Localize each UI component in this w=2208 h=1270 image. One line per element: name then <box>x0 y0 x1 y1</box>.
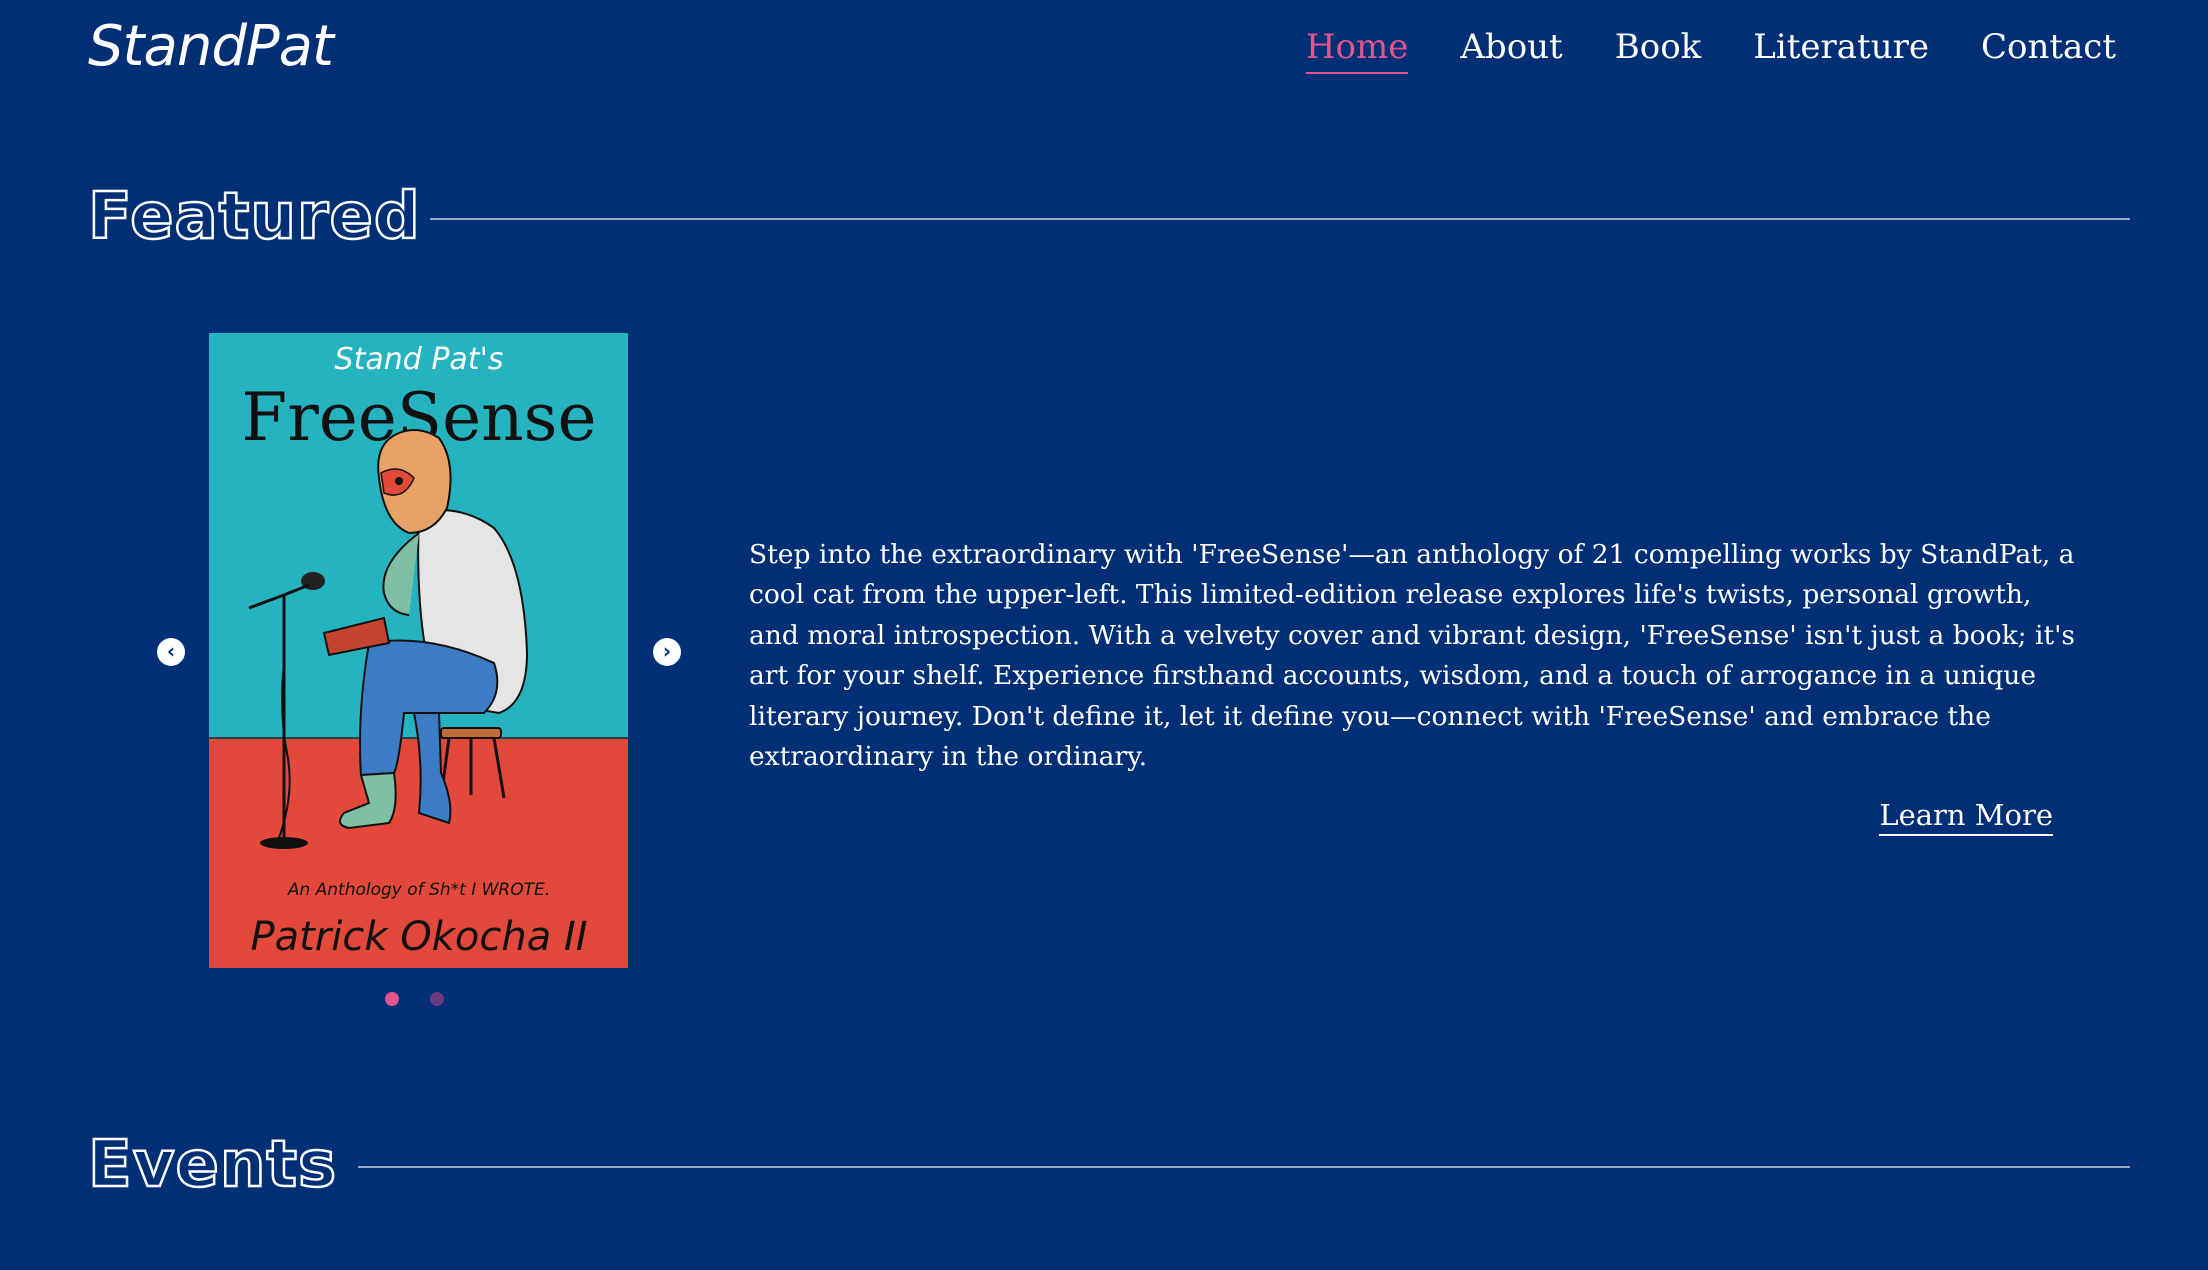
nav-home[interactable]: Home <box>1305 24 1409 74</box>
chevron-left-icon: ‹ <box>166 639 176 663</box>
featured-divider <box>430 218 2130 220</box>
book-description: Step into the extraordinary with 'FreeSe… <box>749 538 2076 773</box>
nav-literature[interactable]: Literature <box>1753 24 1929 74</box>
main-nav: Home About Book Literature Contact <box>1254 24 2116 74</box>
nav-book[interactable]: Book <box>1615 24 1702 74</box>
events-divider <box>358 1166 2130 1168</box>
nav-about[interactable]: About <box>1460 24 1562 74</box>
site-logo[interactable]: StandPat <box>88 14 334 79</box>
events-heading: Events <box>87 1127 338 1204</box>
book-cover-image[interactable]: Stand Pat's FreeSense An Anthology of Sh… <box>209 333 628 968</box>
carousel-prev-button[interactable]: ‹ <box>157 638 185 666</box>
carousel-next-button[interactable]: › <box>653 638 681 666</box>
events-title: Events <box>87 1127 338 1204</box>
page: StandPat Home About Book Literature Cont… <box>0 0 2208 1270</box>
carousel-dot-2[interactable] <box>430 992 444 1006</box>
featured-heading: Featured <box>87 179 421 256</box>
learn-more-link[interactable]: Learn More <box>1879 796 2053 836</box>
nav-contact[interactable]: Contact <box>1981 24 2116 74</box>
cover-subtitle: An Anthology of Sh*t I WROTE. <box>287 880 550 900</box>
chevron-right-icon: › <box>662 639 672 663</box>
carousel-dot-1[interactable] <box>385 992 399 1006</box>
cover-top-text: Stand Pat's <box>335 342 504 377</box>
featured-title: Featured <box>87 179 421 256</box>
cover-author: Patrick Okocha II <box>250 914 587 960</box>
book-cover-art: Stand Pat's FreeSense An Anthology of Sh… <box>209 333 628 968</box>
